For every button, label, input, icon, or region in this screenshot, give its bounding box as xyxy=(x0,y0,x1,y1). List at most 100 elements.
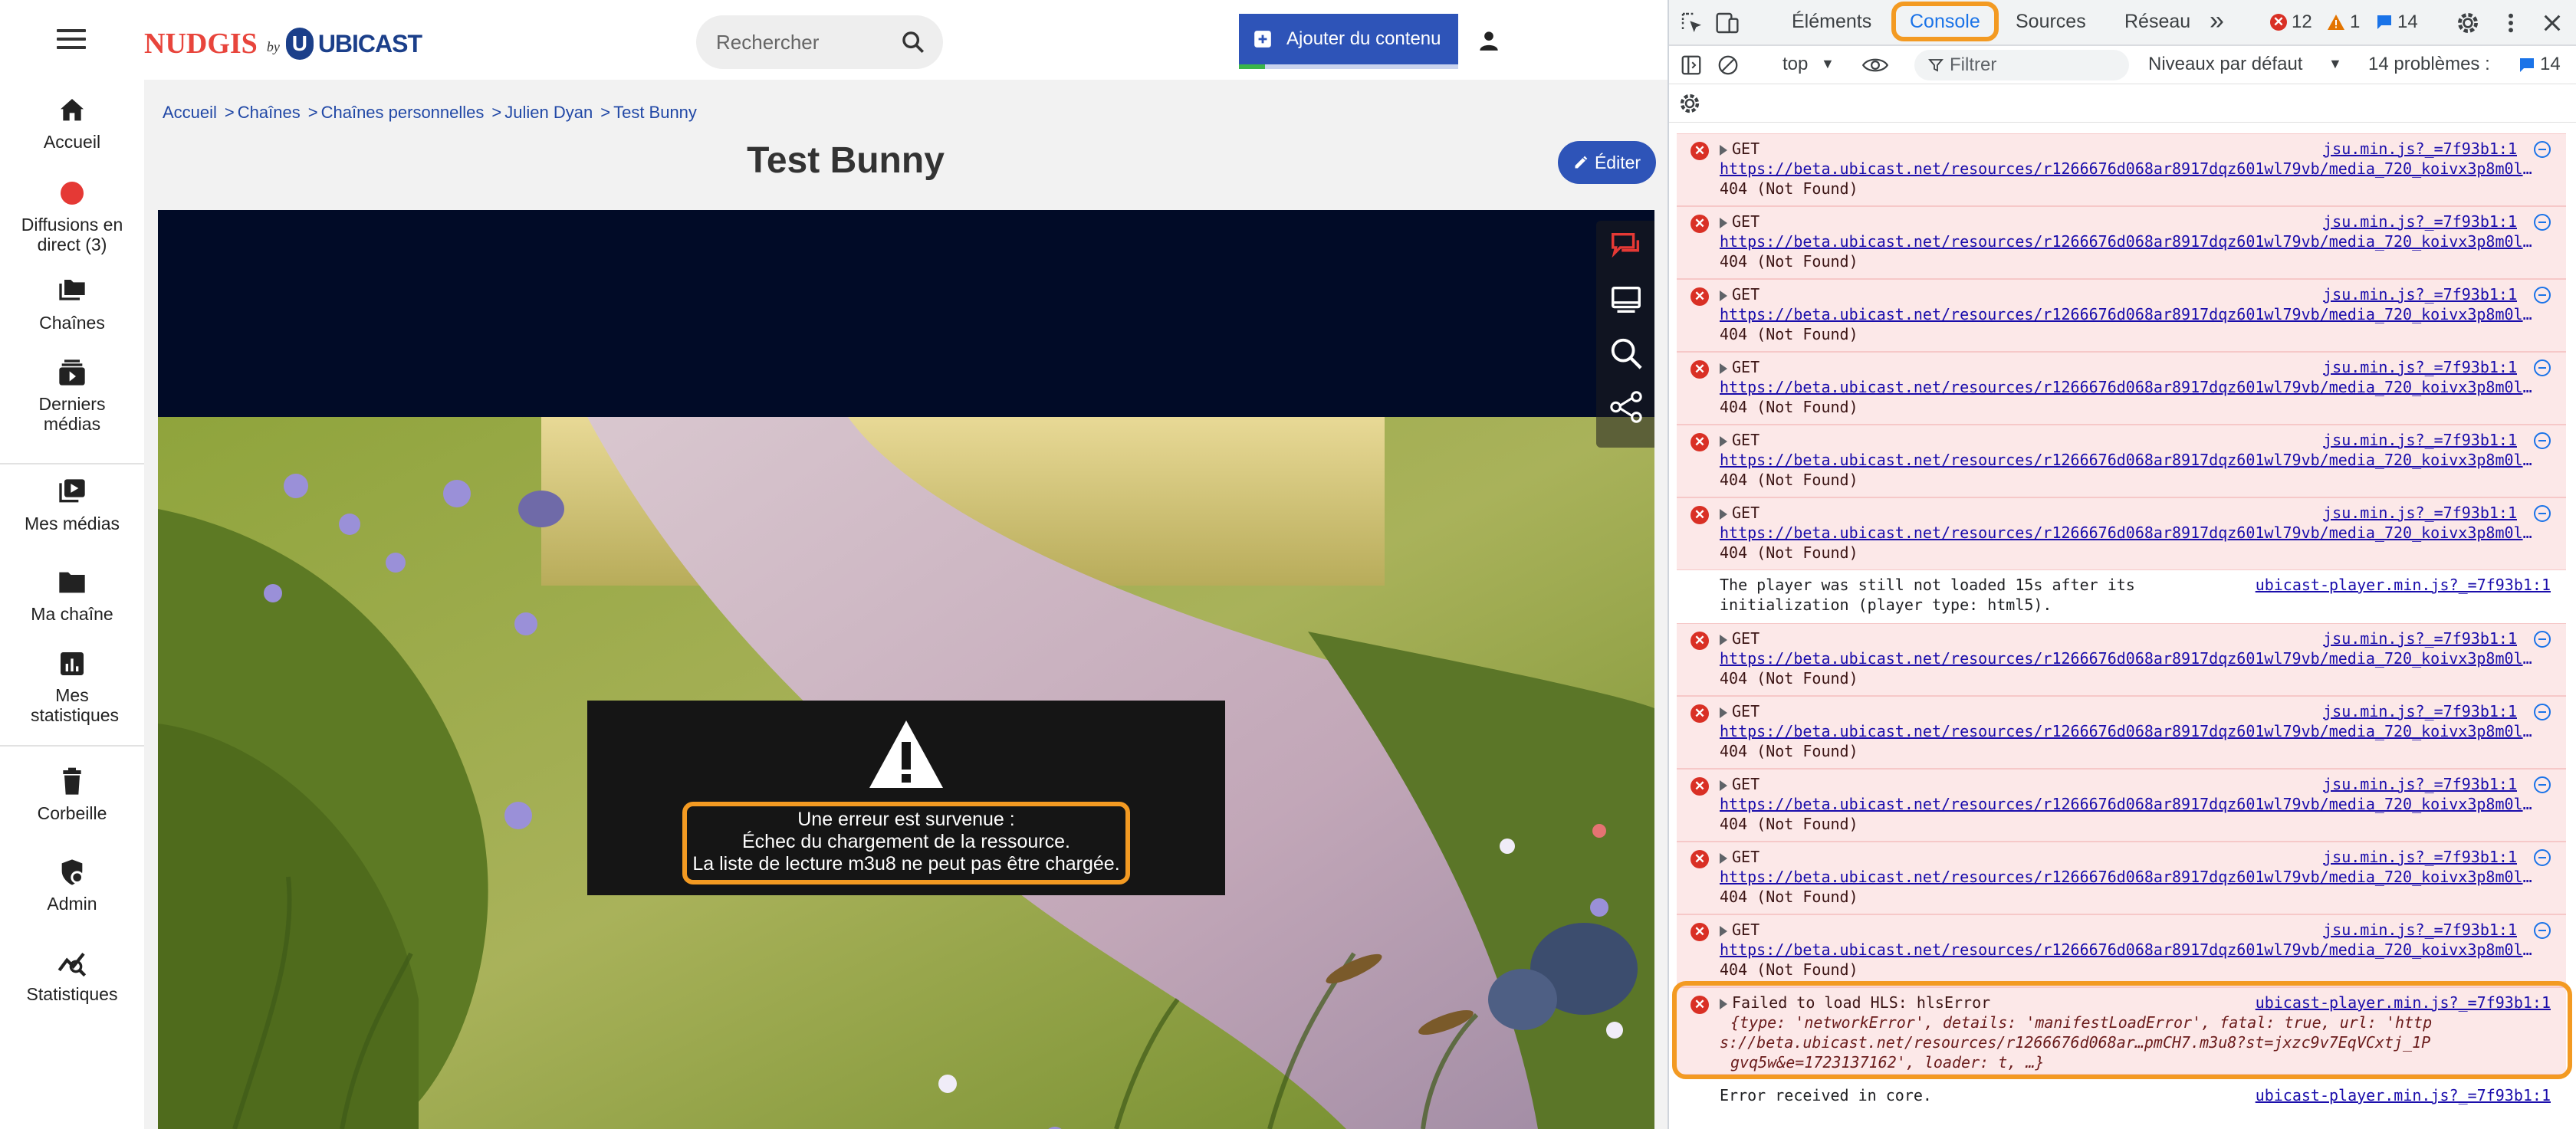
console-error-row[interactable]: ✕ GET jsu.min.js?_=7f93b1:1 https://beta.ub… xyxy=(1677,769,2566,842)
clear-console-icon[interactable] xyxy=(1717,54,1740,77)
console-error-row[interactable]: ✕ GET jsu.min.js?_=7f93b1:1 https://beta.ub… xyxy=(1677,623,2566,696)
network-request-icon[interactable] xyxy=(2534,849,2551,866)
console-error-row[interactable]: ✕ GET jsu.min.js?_=7f93b1:1 https://beta.ub… xyxy=(1677,206,2566,279)
close-icon[interactable] xyxy=(2540,11,2564,35)
log-source-link[interactable]: jsu.min.js?_=7f93b1:1 xyxy=(2323,139,2517,159)
log-source-link[interactable]: ubicast-player.min.js?_=7f93b1:1 xyxy=(2256,575,2551,595)
console-error-row[interactable]: ✕ GET jsu.min.js?_=7f93b1:1 https://beta.ub… xyxy=(1677,133,2566,206)
expand-triangle-icon[interactable] xyxy=(1720,634,1727,645)
sidebar-item-live[interactable]: Diffusions en direct (3) xyxy=(0,178,144,254)
request-url-link[interactable]: https://beta.ubicast.net/resources/r1266… xyxy=(1720,304,2540,324)
request-url-link[interactable]: https://beta.ubicast.net/resources/r1266… xyxy=(1720,721,2540,741)
log-source-link[interactable]: jsu.min.js?_=7f93b1:1 xyxy=(2323,212,2517,231)
share-icon[interactable] xyxy=(1608,389,1644,425)
error-count-badge[interactable]: ✕ 12 xyxy=(2270,11,2312,33)
console-error-row[interactable]: ✕ GET jsu.min.js?_=7f93b1:1 https://beta.ub… xyxy=(1677,842,2566,914)
sidebar-item-home[interactable]: Accueil xyxy=(0,95,144,152)
expand-triangle-icon[interactable] xyxy=(1720,144,1727,156)
request-method[interactable]: GET xyxy=(1720,847,1760,867)
expand-triangle-icon[interactable] xyxy=(1720,508,1727,520)
request-method[interactable]: GET xyxy=(1720,357,1760,377)
request-url-link[interactable]: https://beta.ubicast.net/resources/r1266… xyxy=(1720,450,2540,470)
gear-icon[interactable] xyxy=(1678,92,1701,115)
tab-network[interactable]: Réseau xyxy=(2124,11,2190,33)
log-levels-dropdown[interactable]: Niveaux par défaut xyxy=(2148,54,2302,75)
eye-icon[interactable] xyxy=(1862,55,1888,75)
kebab-menu-icon[interactable] xyxy=(2499,11,2523,35)
console-error-row[interactable]: ✕ GET jsu.min.js?_=7f93b1:1 https://beta.ub… xyxy=(1677,497,2566,570)
expand-triangle-icon[interactable] xyxy=(1720,217,1727,228)
log-source-link[interactable]: jsu.min.js?_=7f93b1:1 xyxy=(2323,430,2517,450)
network-request-icon[interactable] xyxy=(2534,704,2551,720)
sidebar-item-my-media[interactable]: Mes médias xyxy=(0,477,144,533)
breadcrumb-item-user[interactable]: Julien Dyan xyxy=(504,103,593,123)
console-error-row[interactable]: ✕ GET jsu.min.js?_=7f93b1:1 https://beta.ub… xyxy=(1677,425,2566,497)
message-count-badge[interactable]: 14 xyxy=(2376,11,2418,33)
network-request-icon[interactable] xyxy=(2534,776,2551,793)
issues-label[interactable]: 14 problèmes : xyxy=(2368,54,2490,75)
expand-triangle-icon[interactable] xyxy=(1720,852,1727,864)
network-request-icon[interactable] xyxy=(2534,432,2551,449)
edit-button[interactable]: Éditer xyxy=(1558,141,1656,184)
network-request-icon[interactable] xyxy=(2534,214,2551,231)
sidebar-item-latest-media[interactable]: Derniers médias xyxy=(0,357,144,434)
network-request-icon[interactable] xyxy=(2534,631,2551,648)
console-error-row[interactable]: ✕ GET jsu.min.js?_=7f93b1:1 https://beta.ub… xyxy=(1677,279,2566,352)
sidebar-item-my-stats[interactable]: Mes statistiques xyxy=(0,648,144,725)
video-player[interactable]: Une erreur est survenue : Échec du charg… xyxy=(158,210,1654,1129)
log-source-link[interactable]: jsu.min.js?_=7f93b1:1 xyxy=(2323,357,2517,377)
request-url-link[interactable]: https://beta.ubicast.net/resources/r1266… xyxy=(1720,794,2540,814)
sidebar-item-statistics[interactable]: Statistiques xyxy=(0,947,144,1004)
context-selector[interactable]: top xyxy=(1783,54,1808,75)
log-source-link[interactable]: jsu.min.js?_=7f93b1:1 xyxy=(2323,503,2517,523)
search-input[interactable] xyxy=(716,15,900,69)
device-toolbar-icon[interactable] xyxy=(1715,11,1740,35)
more-tabs-icon[interactable]: » xyxy=(2210,6,2224,36)
request-method[interactable]: GET xyxy=(1720,430,1760,450)
comments-icon[interactable] xyxy=(1608,228,1644,264)
request-method[interactable]: GET xyxy=(1720,139,1760,159)
console-error-row[interactable]: ✕ GET jsu.min.js?_=7f93b1:1 https://beta.ub… xyxy=(1677,696,2566,769)
log-source-link[interactable]: jsu.min.js?_=7f93b1:1 xyxy=(2323,701,2517,721)
request-url-link[interactable]: https://beta.ubicast.net/resources/r1266… xyxy=(1720,940,2540,960)
breadcrumb-item-channels[interactable]: Chaînes xyxy=(238,103,301,123)
nudgis-logo[interactable]: NUDGIS by U UBICAST xyxy=(144,26,422,61)
log-source-link[interactable]: jsu.min.js?_=7f93b1:1 xyxy=(2323,920,2517,940)
console-info-row[interactable]: Error received in core. ubicast-player.mi… xyxy=(1677,1081,2566,1111)
gear-icon[interactable] xyxy=(2456,11,2480,35)
log-source-link[interactable]: jsu.min.js?_=7f93b1:1 xyxy=(2323,284,2517,304)
warning-count-badge[interactable]: 1 xyxy=(2327,11,2360,33)
sidebar-item-trash[interactable]: Corbeille xyxy=(0,766,144,823)
request-url-link[interactable]: https://beta.ubicast.net/resources/r1266… xyxy=(1720,867,2540,887)
request-method[interactable]: GET xyxy=(1720,920,1760,940)
request-method[interactable]: GET xyxy=(1720,284,1760,304)
request-url-link[interactable]: https://beta.ubicast.net/resources/r1266… xyxy=(1720,159,2540,179)
network-request-icon[interactable] xyxy=(2534,359,2551,376)
issues-count[interactable]: 14 xyxy=(2540,54,2561,75)
request-url-link[interactable]: https://beta.ubicast.net/resources/r1266… xyxy=(1720,377,2540,397)
expand-triangle-icon[interactable] xyxy=(1720,779,1727,791)
network-request-icon[interactable] xyxy=(2534,922,2551,939)
expand-triangle-icon[interactable] xyxy=(1720,290,1727,301)
search-icon[interactable] xyxy=(900,29,926,55)
console-error-row[interactable]: ✕ GET jsu.min.js?_=7f93b1:1 https://beta.ub… xyxy=(1677,352,2566,425)
request-method[interactable]: GET xyxy=(1720,212,1760,231)
user-account-icon[interactable] xyxy=(1478,29,1500,52)
console-info-row[interactable]: The player was still not loaded 15s afte… xyxy=(1677,570,2566,623)
hamburger-menu-icon[interactable] xyxy=(57,29,86,52)
inspect-element-icon[interactable] xyxy=(1680,11,1704,35)
chevron-down-icon[interactable]: ▼ xyxy=(1821,56,1835,72)
breadcrumb-item-home[interactable]: Accueil xyxy=(163,103,217,123)
add-content-button[interactable]: Ajouter du contenu xyxy=(1239,14,1458,69)
layout-icon[interactable] xyxy=(1608,282,1644,317)
request-url-link[interactable]: https://beta.ubicast.net/resources/r1266… xyxy=(1720,523,2540,543)
request-url-link[interactable]: https://beta.ubicast.net/resources/r1266… xyxy=(1720,231,2540,251)
log-source-link[interactable]: jsu.min.js?_=7f93b1:1 xyxy=(2323,628,2517,648)
network-request-icon[interactable] xyxy=(2534,141,2551,158)
log-source-link[interactable]: jsu.min.js?_=7f93b1:1 xyxy=(2323,774,2517,794)
breadcrumb-item-current[interactable]: Test Bunny xyxy=(613,103,697,123)
tab-elements[interactable]: Éléments xyxy=(1792,11,1871,33)
network-request-icon[interactable] xyxy=(2534,287,2551,304)
breadcrumb-item-personal-channels[interactable]: Chaînes personnelles xyxy=(321,103,485,123)
expand-triangle-icon[interactable] xyxy=(1720,435,1727,447)
